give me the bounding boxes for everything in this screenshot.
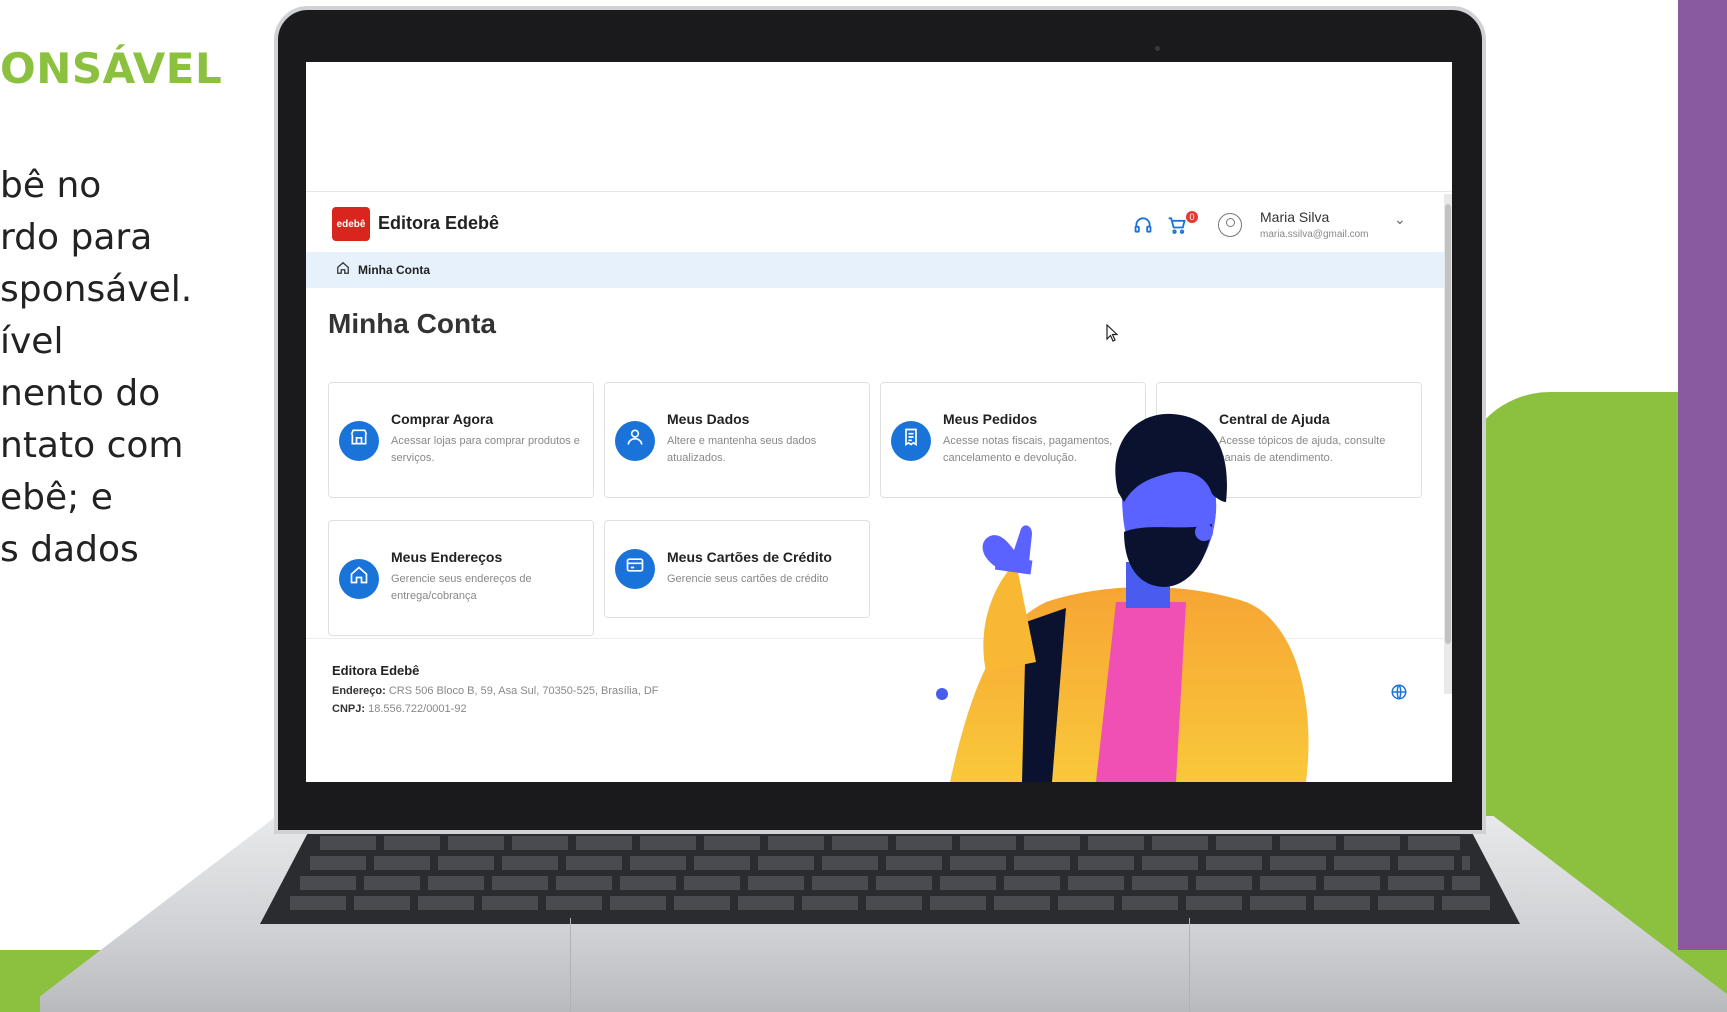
- card-description: Acesse tópicos de ajuda, consulte canais…: [1219, 435, 1386, 464]
- slide-line: rdo para: [0, 217, 153, 258]
- user-avatar-icon[interactable]: [1218, 213, 1242, 237]
- user-name[interactable]: Maria Silva: [1260, 209, 1329, 225]
- breadcrumb-current[interactable]: Minha Conta: [358, 263, 430, 277]
- headset-icon[interactable]: [1132, 215, 1154, 237]
- card-central-de-ajuda[interactable]: Central de Ajuda Acesse tópicos de ajuda…: [1156, 382, 1422, 498]
- cart-icon[interactable]: [1166, 215, 1188, 237]
- footer-cnpj-label: CNPJ:: [332, 703, 366, 715]
- slide-line: nento do: [0, 373, 161, 414]
- scrollbar-thumb[interactable]: [1445, 204, 1451, 644]
- slide-line: sponsável.: [0, 269, 193, 310]
- user-email: maria.ssilva@gmail.com: [1260, 229, 1369, 240]
- footer-address-value: CRS 506 Bloco B, 59, Asa Sul, 70350-525,…: [388, 685, 659, 697]
- laptop-trackpad: [570, 918, 1190, 1012]
- footer-company-name: Editora Edebê: [332, 663, 420, 678]
- card-title: Central de Ajuda: [1219, 411, 1330, 427]
- card-title: Meus Endereços: [391, 549, 503, 565]
- card-description: Acessar lojas para comprar produtos e se…: [391, 435, 580, 464]
- store-icon: [339, 421, 379, 461]
- card-comprar-agora[interactable]: Comprar Agora Acessar lojas para comprar…: [328, 382, 594, 498]
- cart-count-badge: 0: [1186, 211, 1198, 223]
- slide-line: ebê; e: [0, 477, 113, 518]
- key-row: [300, 876, 1480, 890]
- card-description: Gerencie seus cartões de crédito: [667, 573, 829, 585]
- edebe-logo[interactable]: edebê: [332, 207, 370, 241]
- card-description: Gerencie seus endereços de entrega/cobra…: [391, 573, 532, 602]
- breadcrumb: Minha Conta: [306, 252, 1444, 288]
- laptop-lid: edebê Editora Edebê 0 Maria Silva maria.…: [274, 6, 1486, 834]
- slide-line: ntato com: [0, 425, 184, 466]
- slide-title: ONSÁVEL: [0, 44, 223, 93]
- laptop-screen: edebê Editora Edebê 0 Maria Silva maria.…: [306, 62, 1452, 782]
- credit-card-icon: [615, 549, 655, 589]
- card-meus-dados[interactable]: Meus Dados Altere e mantenha seus dados …: [604, 382, 870, 498]
- purple-side-band: [1678, 0, 1727, 1012]
- user-icon: [615, 421, 655, 461]
- camera-dot: [1155, 46, 1160, 51]
- card-description: Acesse notas fiscais, pagamentos, cancel…: [943, 435, 1113, 464]
- site-footer: Editora Edebê Endereço: CRS 506 Bloco B,…: [306, 638, 1444, 782]
- receipt-icon: [891, 421, 931, 461]
- page-title: Minha Conta: [328, 308, 496, 339]
- app-header: edebê Editora Edebê 0 Maria Silva maria.…: [306, 193, 1444, 251]
- card-meus-cartoes[interactable]: Meus Cartões de Crédito Gerencie seus ca…: [604, 520, 870, 618]
- footer-address-label: Endereço:: [332, 685, 386, 697]
- headset-icon: [1167, 421, 1207, 461]
- card-meus-pedidos[interactable]: Meus Pedidos Acesse notas fiscais, pagam…: [880, 382, 1146, 498]
- card-title: Meus Pedidos: [943, 411, 1038, 427]
- card-title: Meus Dados: [667, 411, 750, 427]
- key-row: [320, 836, 1460, 850]
- card-title: Comprar Agora: [391, 411, 494, 427]
- home-icon: [339, 559, 379, 599]
- home-icon[interactable]: [336, 261, 350, 278]
- mouse-cursor-icon: [1106, 323, 1120, 347]
- app-title[interactable]: Editora Edebê: [378, 213, 499, 234]
- browser-blank-area: [306, 62, 1452, 192]
- card-meus-enderecos[interactable]: Meus Endereços Gerencie seus endereços d…: [328, 520, 594, 636]
- chevron-down-icon[interactable]: ⌄: [1394, 211, 1406, 228]
- card-title: Meus Cartões de Crédito: [667, 549, 832, 565]
- key-row: [290, 896, 1490, 910]
- footer-cnpj-value: 18.556.722/0001-92: [368, 703, 467, 715]
- footer-cnpj: CNPJ: 18.556.722/0001-92: [332, 703, 467, 715]
- slide-line: bê no: [0, 165, 102, 206]
- globe-icon[interactable]: [1390, 683, 1408, 706]
- slide-line: ível: [0, 321, 64, 362]
- laptop-keyboard: [260, 828, 1520, 924]
- slide-line: s dados: [0, 529, 139, 570]
- slide-body-text: bê no rdo para sponsável. ível nento do …: [0, 160, 192, 576]
- footer-address: Endereço: CRS 506 Bloco B, 59, Asa Sul, …: [332, 685, 659, 697]
- key-row: [310, 856, 1470, 870]
- card-description: Altere e mantenha seus dados atualizados…: [667, 435, 817, 464]
